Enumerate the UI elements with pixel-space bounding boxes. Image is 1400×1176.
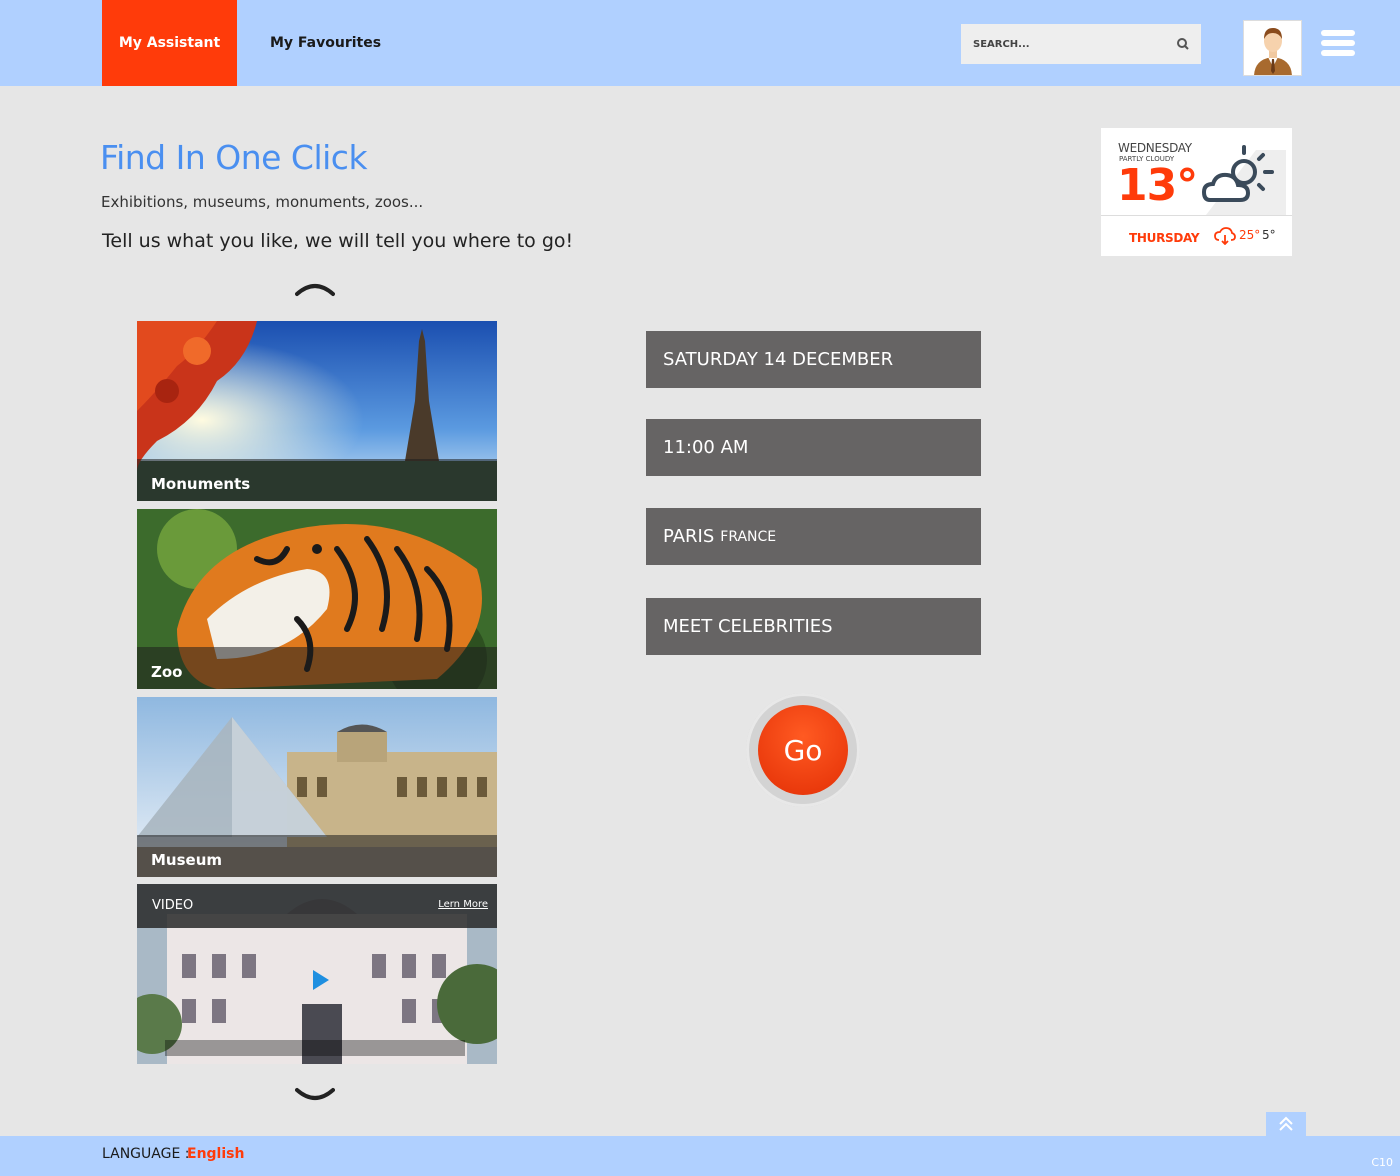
- partly-cloudy-icon: [1196, 140, 1286, 219]
- carousel-down-arrow-icon[interactable]: [295, 1086, 335, 1104]
- language-selector[interactable]: English: [187, 1146, 244, 1162]
- weather-day: WEDNESDAY: [1118, 141, 1192, 155]
- category-card-monuments[interactable]: Monuments: [137, 321, 497, 501]
- search-icon[interactable]: [1173, 34, 1193, 54]
- learn-more-link[interactable]: Lern More: [438, 899, 488, 910]
- weather-high: 25°: [1239, 228, 1261, 242]
- category-card-museum[interactable]: Museum: [137, 697, 497, 877]
- language-label: LANGUAGE :: [102, 1146, 190, 1162]
- page-title: Find In One Click: [100, 138, 368, 177]
- search-box: [961, 24, 1201, 64]
- card-label-monuments: Monuments: [137, 459, 497, 501]
- video-label: VIDEO: [152, 898, 194, 913]
- weather-divider: [1101, 215, 1292, 216]
- footer-bar: LANGUAGE : English C10: [0, 1136, 1400, 1176]
- activity-value: MEET CELEBRITIES: [663, 616, 833, 637]
- category-card-zoo[interactable]: Zoo: [137, 509, 497, 689]
- time-field[interactable]: 11:00 AM: [646, 419, 981, 476]
- weather-next-day: THURSDAY: [1129, 231, 1200, 245]
- go-button[interactable]: Go: [758, 705, 848, 795]
- tab-my-favourites[interactable]: My Favourites: [270, 0, 381, 86]
- scroll-to-top-icon[interactable]: [1266, 1112, 1306, 1136]
- page-subtitle: Exhibitions, museums, monuments, zoos...: [101, 193, 424, 211]
- date-field[interactable]: SATURDAY 14 DECEMBER: [646, 331, 981, 388]
- city-value: PARIS: [663, 526, 715, 547]
- country-value: FRANCE: [720, 528, 777, 545]
- cloud-download-icon: [1214, 227, 1236, 249]
- date-value: SATURDAY 14 DECEMBER: [663, 349, 894, 370]
- video-controls-bar[interactable]: [165, 1040, 465, 1056]
- page-tagline: Tell us what you like, we will tell you …: [102, 230, 574, 252]
- search-input[interactable]: [961, 24, 1161, 64]
- video-card[interactable]: VIDEO Lern More: [137, 884, 497, 1064]
- avatar[interactable]: [1243, 20, 1302, 76]
- play-icon[interactable]: [311, 968, 331, 996]
- hamburger-menu-icon[interactable]: [1321, 30, 1357, 58]
- card-label-museum: Museum: [137, 835, 497, 877]
- weather-widget: WEDNESDAY PARTLY CLOUDY 13° THURSDAY 25°…: [1101, 128, 1292, 256]
- tab-my-assistant[interactable]: My Assistant: [102, 0, 237, 86]
- location-field[interactable]: PARIS FRANCE: [646, 508, 981, 565]
- activity-field[interactable]: MEET CELEBRITIES: [646, 598, 981, 655]
- time-value: 11:00 AM: [663, 437, 749, 458]
- go-button-ring: Go: [746, 693, 860, 807]
- card-label-zoo: Zoo: [137, 647, 497, 689]
- carousel-up-arrow-icon[interactable]: [295, 280, 335, 298]
- page-code: C10: [1371, 1156, 1393, 1169]
- weather-temperature: 13°: [1117, 160, 1198, 211]
- weather-low: 5°: [1262, 228, 1276, 242]
- top-bar: My Assistant My Favourites: [0, 0, 1400, 86]
